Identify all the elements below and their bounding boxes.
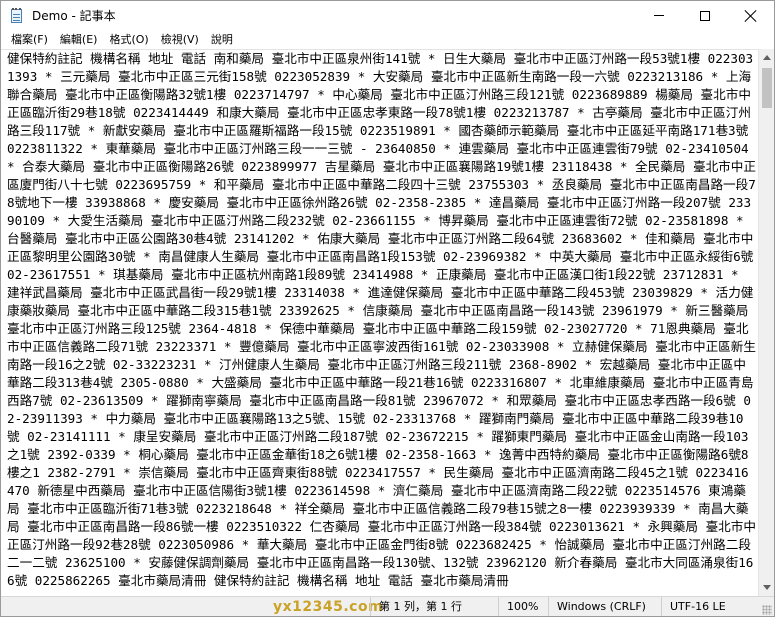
menu-format[interactable]: 格式(O) bbox=[103, 30, 154, 49]
notepad-window: Demo - 記事本 檔案(F) 編輯(E) 格式(O) 檢視(V) 說明 健保… bbox=[0, 0, 775, 617]
scroll-down-button[interactable] bbox=[759, 579, 774, 596]
window-controls bbox=[636, 1, 774, 30]
title-bar[interactable]: Demo - 記事本 bbox=[1, 1, 774, 30]
close-icon bbox=[745, 10, 757, 22]
arrow-up-icon bbox=[763, 55, 771, 60]
cursor-position: 第 1 列，第 1 行 bbox=[370, 597, 498, 616]
watermark-text: yx12345.com bbox=[273, 599, 384, 615]
minimize-button[interactable] bbox=[636, 1, 682, 30]
line-ending: Windows (CRLF) bbox=[548, 597, 661, 616]
scrollbar-thumb[interactable] bbox=[762, 68, 772, 108]
minimize-icon bbox=[654, 15, 664, 16]
document-text[interactable]: 健保特約註記 機構名稱 地址 電話 南和藥局 臺北市中正區泉州街141號 * 日… bbox=[1, 50, 758, 590]
maximize-icon bbox=[700, 10, 710, 21]
scroll-up-button[interactable] bbox=[759, 49, 774, 66]
status-bar: yx12345.com 第 1 列，第 1 行 100% Windows (CR… bbox=[1, 596, 774, 616]
encoding: UTF-16 LE bbox=[661, 597, 761, 616]
menu-help[interactable]: 說明 bbox=[205, 30, 239, 49]
menu-file[interactable]: 檔案(F) bbox=[5, 30, 54, 49]
menu-edit[interactable]: 編輯(E) bbox=[54, 30, 104, 49]
text-editor-area[interactable]: 健保特約註記 機構名稱 地址 電話 南和藥局 臺北市中正區泉州街141號 * 日… bbox=[1, 49, 758, 596]
vertical-scrollbar[interactable] bbox=[758, 49, 774, 596]
maximize-button[interactable] bbox=[682, 1, 728, 30]
menu-view[interactable]: 檢視(V) bbox=[155, 30, 205, 49]
window-title: Demo - 記事本 bbox=[32, 9, 116, 23]
close-button[interactable] bbox=[728, 1, 774, 30]
resize-grip-icon[interactable] bbox=[762, 605, 772, 615]
menu-bar: 檔案(F) 編輯(E) 格式(O) 檢視(V) 說明 bbox=[1, 30, 774, 49]
arrow-down-icon bbox=[763, 585, 771, 590]
zoom-level: 100% bbox=[498, 597, 548, 616]
notepad-icon bbox=[9, 7, 25, 24]
